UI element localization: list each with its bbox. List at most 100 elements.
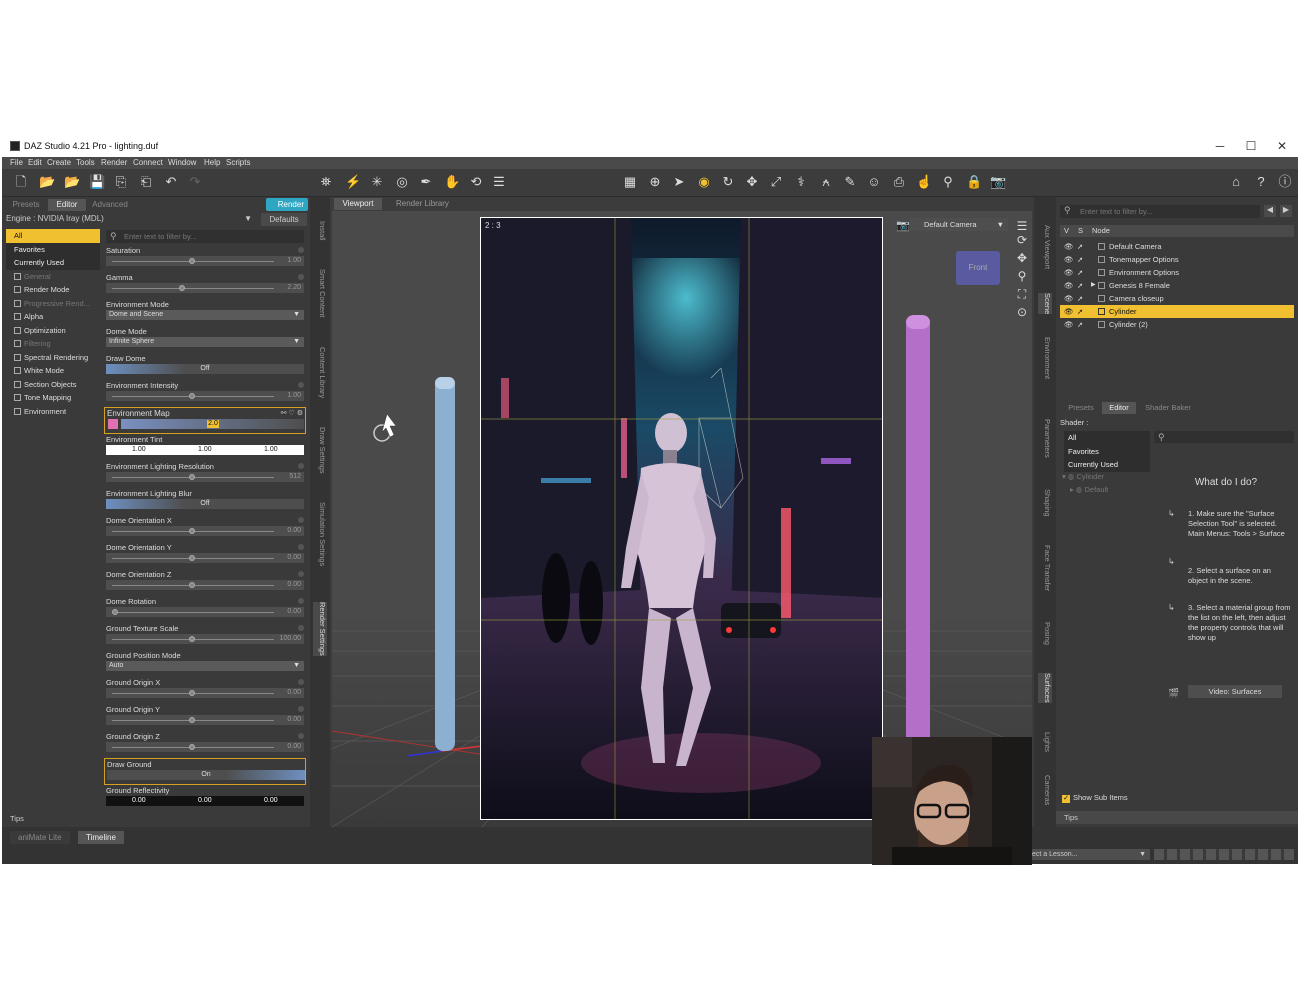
menu-edit[interactable]: Edit	[28, 158, 42, 167]
tab-shader-baker[interactable]: Shader Baker	[1140, 402, 1196, 414]
zoom-icon[interactable]: ⚲	[1015, 269, 1029, 283]
scene-node-environment[interactable]: 👁 ➚ Environment Options	[1060, 266, 1294, 279]
shader-tree-cylinder[interactable]: ▾ ◍ Cylinder	[1062, 472, 1104, 481]
brush-icon[interactable]: ✎	[843, 175, 857, 189]
home-icon[interactable]: ⌂	[1229, 175, 1243, 189]
ground-pos-dropdown[interactable]: Auto ▼	[106, 661, 304, 671]
universal-tool-icon[interactable]: ⊕	[648, 175, 662, 189]
select-tool-icon[interactable]: ➤	[672, 175, 686, 189]
sparkle-tool-icon[interactable]: ✳	[370, 175, 384, 189]
eye-icon[interactable]: 👁	[1064, 279, 1074, 292]
maximize-button[interactable]: ☐	[1236, 138, 1266, 154]
pointer-tool-icon[interactable]: ☝	[916, 175, 932, 189]
vtab-install[interactable]: Install	[313, 221, 327, 241]
scene-node-camera-closeup[interactable]: 👁 ➚ Camera closeup	[1060, 292, 1294, 305]
vtab-smart-content[interactable]: Smart Content	[313, 269, 327, 317]
help-icon[interactable]: ⓘ	[1278, 175, 1292, 189]
select-arrow-icon[interactable]: ➚	[1077, 318, 1083, 331]
grid-tool-icon[interactable]: ▦	[623, 175, 637, 189]
vtab-render-settings[interactable]: Render Settings	[313, 602, 327, 656]
scene-filter-input[interactable]: Enter text to filter by...	[1060, 205, 1260, 218]
category-general[interactable]: General	[6, 270, 100, 284]
dome-rot-slider[interactable]: 0.00	[106, 607, 304, 617]
category-environment[interactable]: Environment	[6, 405, 100, 419]
scene-tool-icon[interactable]: ⛯	[319, 175, 333, 189]
orbit-icon[interactable]: ⟳	[1015, 233, 1029, 247]
frame-icon[interactable]: ⛶	[1015, 287, 1029, 301]
wand-tool-icon[interactable]: ✒	[419, 175, 433, 189]
vtab-aux-viewport[interactable]: Aux Viewport	[1038, 225, 1052, 269]
reset-icon[interactable]: ⊙	[1015, 305, 1029, 319]
vtab-face-transfer[interactable]: Face Transfer	[1038, 545, 1052, 591]
link-tool-icon[interactable]: ⚲	[941, 175, 955, 189]
next-arrow-icon[interactable]: ▶	[1280, 205, 1292, 217]
expand-arrow-icon[interactable]: ▶	[1091, 279, 1096, 292]
figure-icon[interactable]: ☺	[867, 175, 881, 189]
vtab-shaping[interactable]: Shaping	[1038, 489, 1052, 517]
viewport-menu-icon[interactable]: ☰	[1015, 219, 1029, 233]
render-button[interactable]: Render	[266, 198, 308, 211]
scene-node-default-camera[interactable]: 👁 ➚ Default Camera	[1060, 240, 1294, 253]
save-icon[interactable]: 💾	[89, 175, 105, 189]
render-camera-icon[interactable]: 📷	[990, 175, 1006, 189]
vtab-environment[interactable]: Environment	[1038, 337, 1052, 379]
eye-icon[interactable]: 👁	[1064, 318, 1074, 331]
video-surfaces-button[interactable]: Video: Surfaces	[1188, 685, 1282, 698]
menu-scripts[interactable]: Scripts	[226, 158, 250, 167]
dome-oz-slider[interactable]: 0.00	[106, 580, 304, 590]
vtab-posing[interactable]: Posing	[1038, 622, 1052, 645]
nav-cube[interactable]: Front	[956, 251, 1000, 285]
align-tool-icon[interactable]: ☰	[492, 175, 506, 189]
select-arrow-icon[interactable]: ➚	[1077, 253, 1083, 266]
tab-animate-lite[interactable]: aniMate Lite	[10, 831, 70, 844]
menu-file[interactable]: File	[10, 158, 23, 167]
vtab-content-library[interactable]: Content Library	[313, 347, 327, 398]
category-currently-used[interactable]: Currently Used	[6, 256, 100, 270]
tab-advanced[interactable]: Advanced	[88, 199, 132, 211]
vtab-cameras[interactable]: Cameras	[1038, 775, 1052, 805]
category-alpha[interactable]: Alpha	[6, 310, 100, 324]
engine-select[interactable]: Engine : NVIDIA Iray (MDL) ▼	[6, 214, 256, 226]
tab-viewport[interactable]: Viewport	[334, 198, 382, 210]
scene-node-cylinder[interactable]: 👁 ➚ Cylinder	[1060, 305, 1294, 318]
scene-node-cylinder-2[interactable]: 👁 ➚ Cylinder (2)	[1060, 318, 1294, 331]
vtab-draw-settings[interactable]: Draw Settings	[313, 427, 327, 474]
show-sub-items-right-checkbox[interactable]: ✓ Show Sub Items	[1062, 793, 1128, 803]
camera-tool-icon[interactable]: ⎙	[892, 175, 906, 189]
tips-tab[interactable]: Tips	[10, 814, 24, 823]
link-gear-icon[interactable]: ⚯ ♡ ⚙	[281, 409, 303, 417]
eye-icon[interactable]: 👁	[1064, 292, 1074, 305]
env-map-value[interactable]: 2.0	[207, 420, 219, 428]
tab-render-library[interactable]: Render Library	[396, 198, 449, 210]
menu-tools[interactable]: Tools	[76, 158, 95, 167]
category-progressive[interactable]: Progressive Rend...	[6, 297, 100, 311]
pan-icon[interactable]: ✥	[1015, 251, 1029, 265]
redo-icon[interactable]: ↷	[188, 175, 202, 189]
close-button[interactable]: ✕	[1267, 138, 1297, 154]
category-all[interactable]: All	[6, 229, 100, 243]
go-z-slider[interactable]: 0.00	[106, 742, 304, 752]
env-map-swatch[interactable]	[108, 419, 118, 429]
scene-node-genesis[interactable]: 👁 ➚ ▶ Genesis 8 Female	[1060, 279, 1294, 292]
go-y-slider[interactable]: 0.00	[106, 715, 304, 725]
vtab-scene[interactable]: Scene	[1038, 293, 1052, 315]
menu-connect[interactable]: Connect	[133, 158, 163, 167]
camera-dropdown[interactable]: Default Camera ▼	[910, 218, 1008, 231]
surface-filter-input[interactable]: ⚲	[1154, 431, 1294, 443]
menu-render[interactable]: Render	[101, 158, 127, 167]
prev-arrow-icon[interactable]: ◀	[1264, 205, 1276, 217]
camera-icon[interactable]: 📷	[896, 219, 910, 232]
category-section-objects[interactable]: Section Objects	[6, 378, 100, 392]
pose-tool-icon[interactable]: ✋	[444, 175, 460, 189]
category-spectral[interactable]: Spectral Rendering	[6, 351, 100, 365]
vtab-surfaces[interactable]: Surfaces	[1038, 673, 1052, 703]
eye-icon[interactable]: 👁	[1064, 253, 1074, 266]
env-light-res-slider[interactable]: 512	[106, 472, 304, 482]
tab-surface-presets[interactable]: Presets	[1062, 402, 1100, 414]
draw-dome-toggle[interactable]: Off	[106, 364, 304, 374]
category-filtering[interactable]: Filtering	[6, 337, 100, 351]
scale-icon[interactable]: ⤢	[769, 175, 783, 189]
select-arrow-icon[interactable]: ➚	[1077, 266, 1083, 279]
undo-icon[interactable]: ↶	[164, 175, 178, 189]
lesson-dropdown[interactable]: ect a Lesson... ▼	[1032, 849, 1150, 860]
